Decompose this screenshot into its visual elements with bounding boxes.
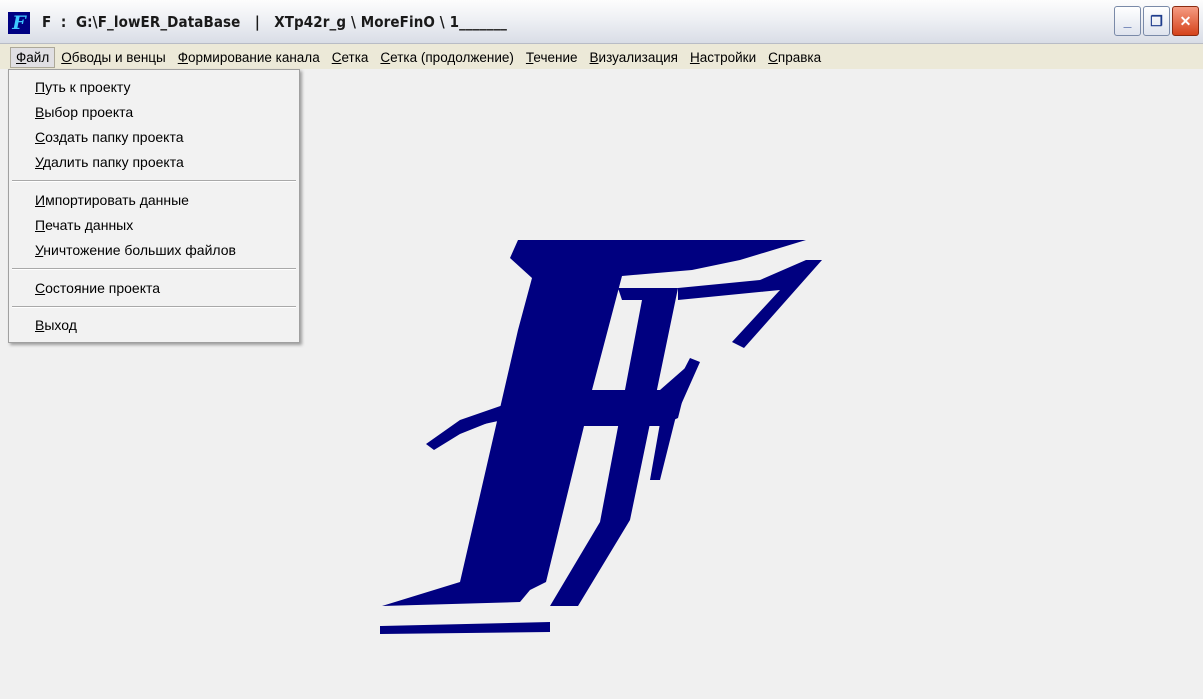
menu-channel[interactable]: Формирование канала: [172, 47, 326, 68]
import-data-accel: И: [35, 192, 46, 208]
menu-help-accel: С: [768, 49, 778, 65]
menu-item-project-path[interactable]: Путь к проекту: [35, 79, 130, 95]
app-logo-icon[interactable]: F: [8, 12, 30, 34]
menu-grid-label: етка: [341, 49, 369, 65]
menu-settings-label: астройки: [699, 49, 757, 65]
menu-file-label: айл: [26, 49, 50, 65]
menu-grid[interactable]: Сетка: [326, 47, 375, 68]
minimize-button[interactable]: _: [1114, 6, 1141, 36]
create-folder-accel: С: [35, 129, 46, 145]
restore-button[interactable]: ❐: [1143, 6, 1170, 36]
app-logo-f-icon: [380, 240, 822, 634]
exit-label: ыход: [44, 317, 77, 333]
logo-shadow-bottom: [380, 622, 550, 634]
menu-help-label: правка: [777, 49, 822, 65]
menu-grid-continued[interactable]: Сетка (продолжение): [374, 47, 520, 68]
title-bar: F F : G:\F_lowER_DataBase | XTp42r_g \ M…: [0, 0, 1203, 44]
menu-settings[interactable]: Настройки: [684, 47, 762, 68]
menu-bar: Файл Обводы и венцы Формирование канала …: [0, 45, 1203, 69]
menu-separator: [12, 306, 296, 308]
menu-contours-accel: О: [61, 49, 72, 65]
menu-grid-continued-accel: С: [380, 49, 391, 65]
menu-flow[interactable]: Течение: [520, 47, 584, 68]
file-menu-dropdown: Путь к проекту Выбор проекта Создать пап…: [8, 69, 300, 343]
menu-item-exit[interactable]: Выход: [35, 317, 77, 333]
menu-item-delete-large-files[interactable]: Уничтожение больших файлов: [35, 242, 236, 258]
menu-separator: [12, 268, 296, 270]
menu-contours[interactable]: Обводы и венцы: [55, 47, 172, 68]
window-title: F : G:\F_lowER_DataBase | XTp42r_g \ Mor…: [42, 13, 508, 31]
menu-file[interactable]: Файл: [10, 46, 56, 68]
exit-accel: В: [35, 317, 45, 333]
delete-large-files-label: ничтожение больших файлов: [43, 242, 236, 258]
import-data-label: мпортировать данные: [45, 192, 189, 208]
menu-flow-label: ечение: [533, 49, 578, 65]
menu-visualization-label: изуализация: [598, 49, 678, 65]
select-project-label: ыбор проекта: [44, 104, 134, 120]
menu-channel-accel: Ф: [177, 49, 188, 65]
menu-help[interactable]: Справка: [762, 47, 827, 68]
project-path-label: уть к проекту: [45, 79, 131, 95]
menu-file-accel: Ф: [16, 49, 27, 65]
close-button[interactable]: ✕: [1172, 6, 1199, 36]
menu-item-print-data[interactable]: Печать данных: [35, 217, 133, 233]
project-status-label: остояние проекта: [45, 280, 161, 296]
menu-grid-continued-label: етка (продолжение): [390, 49, 514, 65]
menu-item-create-folder[interactable]: Создать папку проекта: [35, 129, 184, 145]
menu-separator: [12, 180, 296, 182]
menu-settings-accel: Н: [689, 49, 700, 65]
menu-item-delete-folder[interactable]: Удалить папку проекта: [35, 154, 184, 170]
create-folder-label: оздать папку проекта: [45, 129, 184, 145]
delete-folder-accel: У: [35, 154, 43, 170]
select-project-accel: В: [35, 104, 45, 120]
menu-visualization[interactable]: Визуализация: [584, 47, 684, 68]
project-status-accel: С: [35, 280, 46, 296]
print-data-accel: П: [35, 217, 46, 233]
menu-item-project-status[interactable]: Состояние проекта: [35, 280, 160, 296]
menu-item-select-project[interactable]: Выбор проекта: [35, 104, 133, 120]
menu-item-import-data[interactable]: Импортировать данные: [35, 192, 189, 208]
logo-shadow-swoosh-top: [678, 260, 822, 348]
print-data-label: ечать данных: [45, 217, 134, 233]
menu-grid-accel: С: [331, 49, 342, 65]
window-controls: _ ❐ ✕: [1114, 6, 1199, 36]
project-path-accel: П: [35, 79, 46, 95]
menu-visualization-accel: В: [589, 49, 599, 65]
delete-folder-label: далить папку проекта: [42, 154, 184, 170]
menu-channel-label: ормирование канала: [188, 49, 320, 65]
menu-contours-label: бводы и венцы: [71, 49, 166, 65]
